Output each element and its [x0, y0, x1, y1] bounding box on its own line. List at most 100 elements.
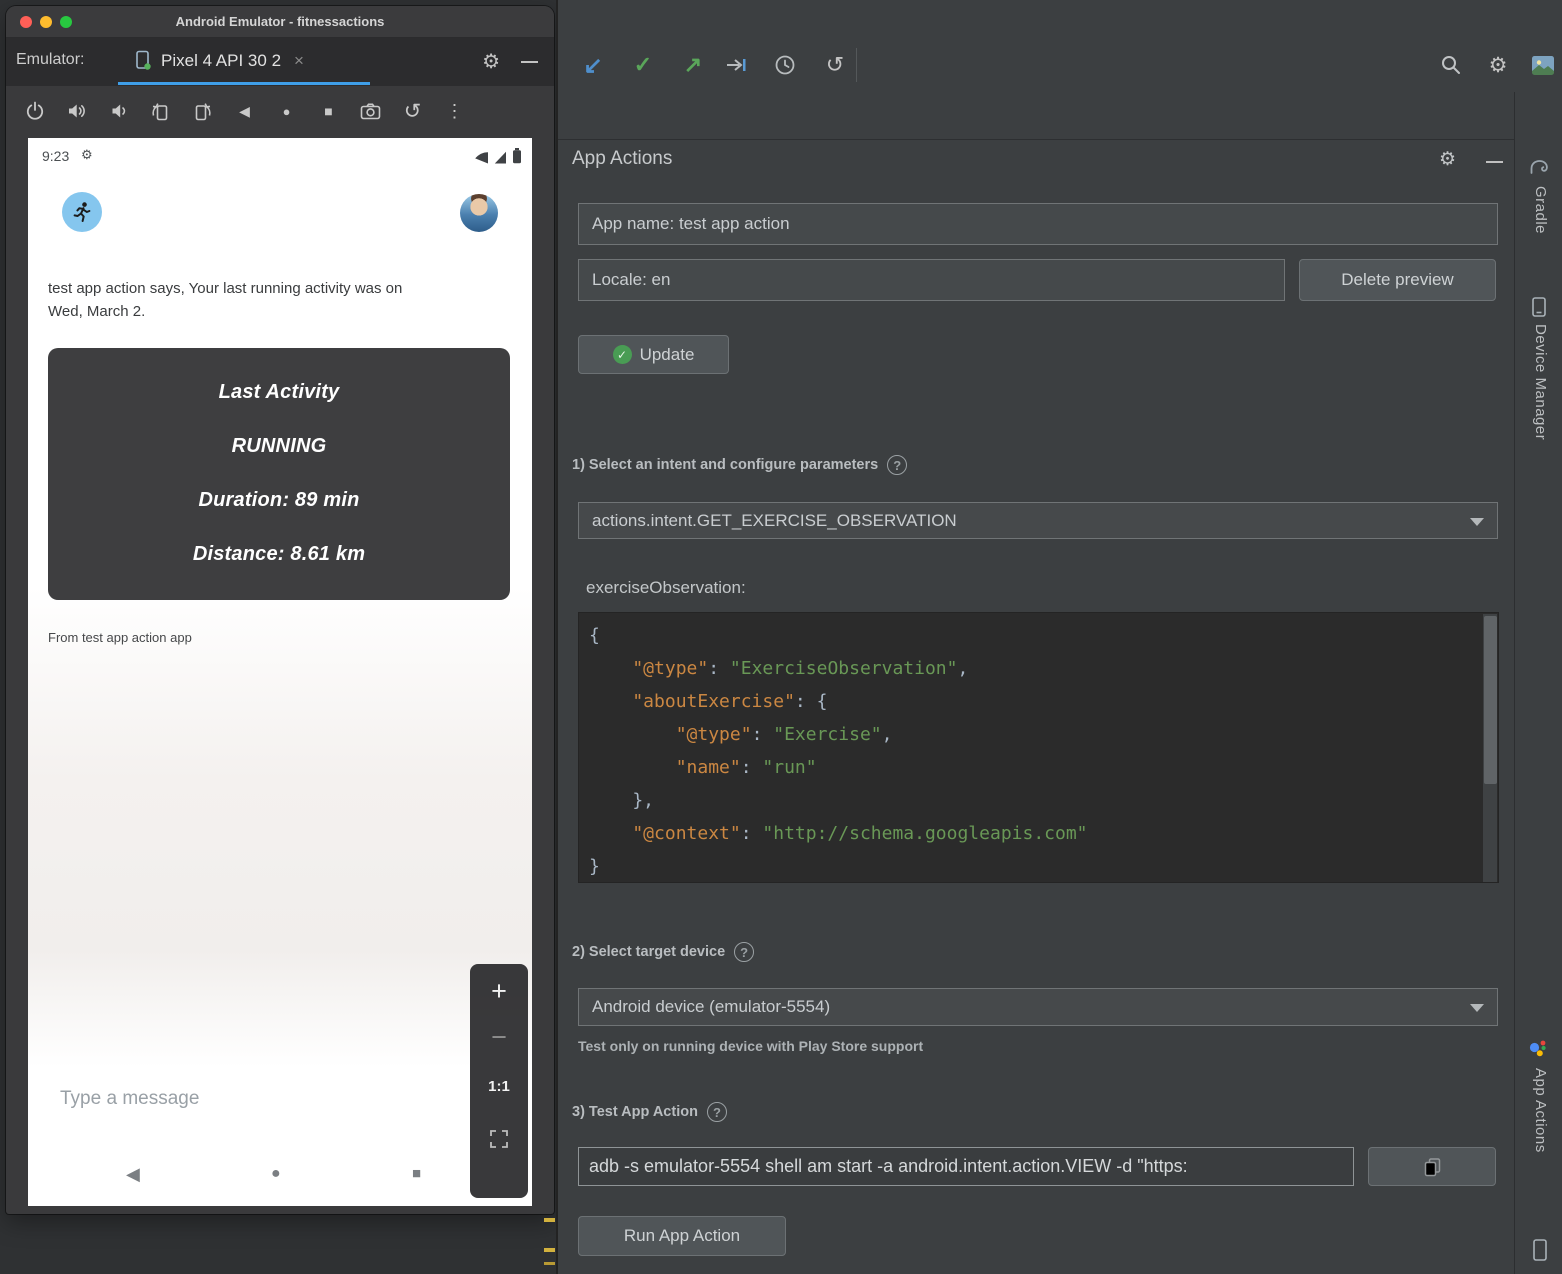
device-dropdown[interactable]: Android device (emulator-5554)	[578, 988, 1498, 1026]
editor-scrollbar-thumb[interactable]	[1484, 616, 1497, 784]
tab-label: Pixel 4 API 30 2	[161, 51, 281, 71]
step2-help-icon[interactable]: ?	[734, 942, 754, 962]
tab-active-underline	[118, 82, 370, 85]
emulator-titlebar: Android Emulator - fitnessactions	[6, 6, 554, 38]
delete-preview-button[interactable]: Delete preview	[1299, 259, 1496, 301]
wifi-icon	[474, 151, 489, 164]
step3-section: 3) Test App Action ?	[572, 1102, 727, 1122]
step1-label: 1) Select an intent and configure parame…	[572, 457, 878, 473]
message-input[interactable]: Type a message	[60, 1088, 199, 1110]
zoom-window-button[interactable]	[60, 16, 72, 28]
overview-icon[interactable]: ■	[316, 99, 341, 124]
window-title: Android Emulator - fitnessactions	[6, 6, 554, 38]
phone-screen: 9:23 ⚙ test app act	[28, 138, 532, 1206]
copy-command-button[interactable]	[1368, 1147, 1496, 1186]
update-button[interactable]: ✓ Update	[578, 335, 729, 374]
chevron-down-icon	[1470, 518, 1484, 526]
emulator-window: Android Emulator - fitnessactions Emulat…	[6, 6, 554, 1214]
check-icon[interactable]: ✓	[628, 50, 658, 80]
activity-title: Last Activity	[48, 365, 510, 419]
history-clock-icon[interactable]	[770, 50, 800, 80]
arrow-down-left-icon[interactable]: ↙	[578, 50, 608, 80]
adb-command-field[interactable]: adb -s emulator-5554 shell am start -a a…	[578, 1147, 1354, 1186]
volume-down-icon[interactable]	[106, 99, 131, 124]
more-options-icon[interactable]: ⋮	[442, 99, 467, 124]
app-name-field[interactable]: App name: test app action	[578, 203, 1498, 245]
signal-icon	[494, 151, 507, 164]
device-tab[interactable]: Pixel 4 API 30 2 ×	[118, 38, 370, 83]
run-app-action-button[interactable]: Run App Action	[578, 1216, 786, 1256]
minimize-window-button[interactable]	[40, 16, 52, 28]
locale-field[interactable]: Locale: en	[578, 259, 1285, 301]
studio-window: ↙ ✓ ↗ ↺ ⚙ App Actions ⚙ App name: test a…	[556, 0, 1562, 1274]
zoom-ratio-button[interactable]: 1:1	[470, 1078, 528, 1095]
snapshot-icon[interactable]: ↺	[400, 99, 425, 124]
arrow-up-right-icon[interactable]: ↗	[678, 50, 708, 80]
app-actions-label[interactable]: App Actions	[1532, 1068, 1549, 1153]
phone-tab-icon	[134, 50, 152, 71]
status-time: 9:23	[42, 148, 69, 164]
nav-home-button[interactable]: ●	[271, 1165, 281, 1183]
step2-label: 2) Select target device	[572, 944, 725, 960]
status-icons	[474, 148, 522, 164]
close-window-button[interactable]	[20, 16, 32, 28]
zoom-out-button[interactable]: −	[470, 1022, 528, 1053]
screenshot-image-icon[interactable]	[1528, 50, 1558, 80]
step1-help-icon[interactable]: ?	[887, 455, 907, 475]
search-icon[interactable]	[1436, 50, 1466, 80]
skip-to-end-icon[interactable]	[721, 50, 751, 80]
device-manager-icon[interactable]	[1528, 296, 1550, 318]
panel-minimize-icon[interactable]	[1486, 161, 1503, 163]
nav-back-button[interactable]: ◀	[126, 1164, 140, 1185]
bottom-device-icon[interactable]	[1530, 1238, 1550, 1262]
zoom-fit-button[interactable]	[470, 1128, 528, 1150]
device-note: Test only on running device with Play St…	[578, 1038, 923, 1054]
rotate-right-icon[interactable]	[190, 99, 215, 124]
fit-screen-icon	[488, 1128, 510, 1150]
camera-icon[interactable]	[358, 99, 383, 124]
step3-help-icon[interactable]: ?	[707, 1102, 727, 1122]
chevron-down-icon	[1470, 1004, 1484, 1012]
assistant-message: test app action says, Your last running …	[48, 278, 426, 323]
assistant-icon[interactable]	[1528, 1038, 1548, 1058]
gradle-icon[interactable]	[1528, 156, 1552, 178]
window-traffic-lights	[20, 16, 72, 28]
emulator-tab-bar: Emulator: Pixel 4 API 30 2 × ⚙	[6, 38, 554, 86]
activity-type: RUNNING	[48, 419, 510, 473]
panel-settings-icon[interactable]: ⚙	[1439, 148, 1456, 171]
rotate-left-icon[interactable]	[148, 99, 173, 124]
update-label: Update	[640, 345, 695, 365]
activity-distance: Distance: 8.61 km	[48, 527, 510, 581]
param-label: exerciseObservation:	[586, 578, 746, 598]
emulator-controls-bar: ◀ ● ■ ↺ ⋮	[6, 86, 554, 136]
back-icon[interactable]: ◀	[232, 99, 257, 124]
step1-section: 1) Select an intent and configure parame…	[572, 455, 907, 475]
zoom-in-button[interactable]: +	[470, 976, 528, 1007]
zoom-panel: + − 1:1	[470, 964, 528, 1198]
from-label: From test app action app	[48, 630, 192, 645]
intent-value: actions.intent.GET_EXERCISE_OBSERVATION	[592, 511, 957, 531]
tool-window-bar: Gradle Device Manager App Actions	[1514, 92, 1562, 1274]
intent-dropdown[interactable]: actions.intent.GET_EXERCISE_OBSERVATION	[578, 502, 1498, 539]
json-editor[interactable]: { "@type": "ExerciseObservation", "about…	[578, 612, 1499, 883]
undo-icon[interactable]: ↺	[820, 50, 850, 80]
editor-stripe-mark	[544, 1248, 555, 1252]
power-icon[interactable]	[22, 99, 47, 124]
screenshot-root: Android Emulator - fitnessactions Emulat…	[0, 0, 1562, 1274]
step3-label: 3) Test App Action	[572, 1104, 698, 1120]
emulator-settings-icon[interactable]: ⚙	[482, 49, 500, 74]
app-avatar	[62, 192, 102, 232]
nav-overview-button[interactable]: ■	[412, 1165, 421, 1182]
emulator-minimize-icon[interactable]	[521, 61, 538, 63]
panel-title: App Actions	[572, 148, 672, 170]
tab-close-icon[interactable]: ×	[294, 51, 304, 71]
volume-up-icon[interactable]	[64, 99, 89, 124]
update-check-icon: ✓	[613, 345, 632, 364]
editor-stripe-mark	[544, 1262, 555, 1265]
battery-icon	[512, 148, 522, 164]
home-icon[interactable]: ●	[274, 99, 299, 124]
device-manager-label[interactable]: Device Manager	[1532, 324, 1549, 440]
settings-gear-icon[interactable]: ⚙	[1483, 50, 1513, 80]
gradle-label[interactable]: Gradle	[1532, 186, 1549, 234]
device-value: Android device (emulator-5554)	[592, 997, 830, 1017]
